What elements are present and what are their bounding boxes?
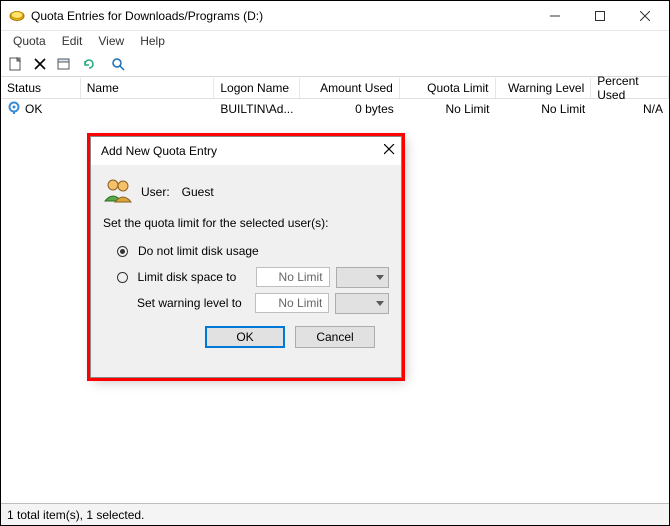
col-percent[interactable]: Percent Used xyxy=(591,78,669,98)
col-logon[interactable]: Logon Name xyxy=(214,78,300,98)
radio-limit-label[interactable]: Limit disk space to xyxy=(138,270,250,284)
statusbar: 1 total item(s), 1 selected. xyxy=(1,503,669,525)
limit-value-input[interactable] xyxy=(256,267,330,287)
dialog-titlebar: Add New Quota Entry xyxy=(91,137,401,165)
properties-button[interactable] xyxy=(53,53,75,75)
radio-no-limit[interactable] xyxy=(117,246,128,257)
cell-percent: N/A xyxy=(591,102,669,116)
col-amount[interactable]: Amount Used xyxy=(300,78,400,98)
main-window: Quota Entries for Downloads/Programs (D:… xyxy=(0,0,670,526)
cell-warn: No Limit xyxy=(496,102,592,116)
status-ok-icon xyxy=(7,101,21,118)
col-status[interactable]: Status xyxy=(1,78,81,98)
add-quota-dialog: Add New Quota Entry User: Guest xyxy=(90,136,402,378)
window-title: Quota Entries for Downloads/Programs (D:… xyxy=(31,9,532,23)
col-name[interactable]: Name xyxy=(81,78,215,98)
cell-status-text: OK xyxy=(25,102,42,116)
disk-quota-icon xyxy=(9,8,25,24)
new-entry-button[interactable] xyxy=(5,53,27,75)
limit-unit-select[interactable] xyxy=(336,267,389,288)
delete-button[interactable] xyxy=(29,53,51,75)
titlebar: Quota Entries for Downloads/Programs (D:… xyxy=(1,1,669,31)
close-button[interactable] xyxy=(622,2,667,30)
statusbar-text: 1 total item(s), 1 selected. xyxy=(7,508,144,522)
find-button[interactable] xyxy=(107,53,129,75)
cell-status: OK xyxy=(1,101,81,118)
cancel-button[interactable]: Cancel xyxy=(295,326,375,348)
warn-unit-select[interactable] xyxy=(335,293,389,314)
dialog-body: User: Guest Set the quota limit for the … xyxy=(91,165,401,358)
menu-quota[interactable]: Quota xyxy=(5,33,54,49)
dialog-close-button[interactable] xyxy=(384,144,395,158)
user-label: User: xyxy=(141,185,170,199)
minimize-button[interactable] xyxy=(532,2,577,30)
ok-button[interactable]: OK xyxy=(205,326,285,348)
table-row[interactable]: OK BUILTIN\Ad... 0 bytes No Limit No Lim… xyxy=(1,99,669,119)
warn-label: Set warning level to xyxy=(137,296,249,310)
warn-value-input[interactable] xyxy=(255,293,329,313)
toolbar xyxy=(1,51,669,77)
col-warn[interactable]: Warning Level xyxy=(496,78,592,98)
users-icon xyxy=(103,177,133,206)
undo-button[interactable] xyxy=(77,53,99,75)
radio-limit[interactable] xyxy=(117,272,128,283)
menu-edit[interactable]: Edit xyxy=(54,33,91,49)
dialog-prompt: Set the quota limit for the selected use… xyxy=(103,216,389,230)
menu-view[interactable]: View xyxy=(90,33,132,49)
table-header: Status Name Logon Name Amount Used Quota… xyxy=(1,77,669,99)
cell-logon: BUILTIN\Ad... xyxy=(214,102,300,116)
menubar: Quota Edit View Help xyxy=(1,31,669,51)
radio-no-limit-label[interactable]: Do not limit disk usage xyxy=(138,244,259,258)
menu-help[interactable]: Help xyxy=(132,33,173,49)
maximize-button[interactable] xyxy=(577,2,622,30)
dialog-title: Add New Quota Entry xyxy=(101,144,217,158)
chevron-down-icon xyxy=(376,275,384,280)
chevron-down-icon xyxy=(376,301,384,306)
user-value: Guest xyxy=(182,185,214,199)
window-controls xyxy=(532,2,667,30)
cell-quota: No Limit xyxy=(400,102,496,116)
cell-amount: 0 bytes xyxy=(300,102,400,116)
col-quota[interactable]: Quota Limit xyxy=(400,78,496,98)
